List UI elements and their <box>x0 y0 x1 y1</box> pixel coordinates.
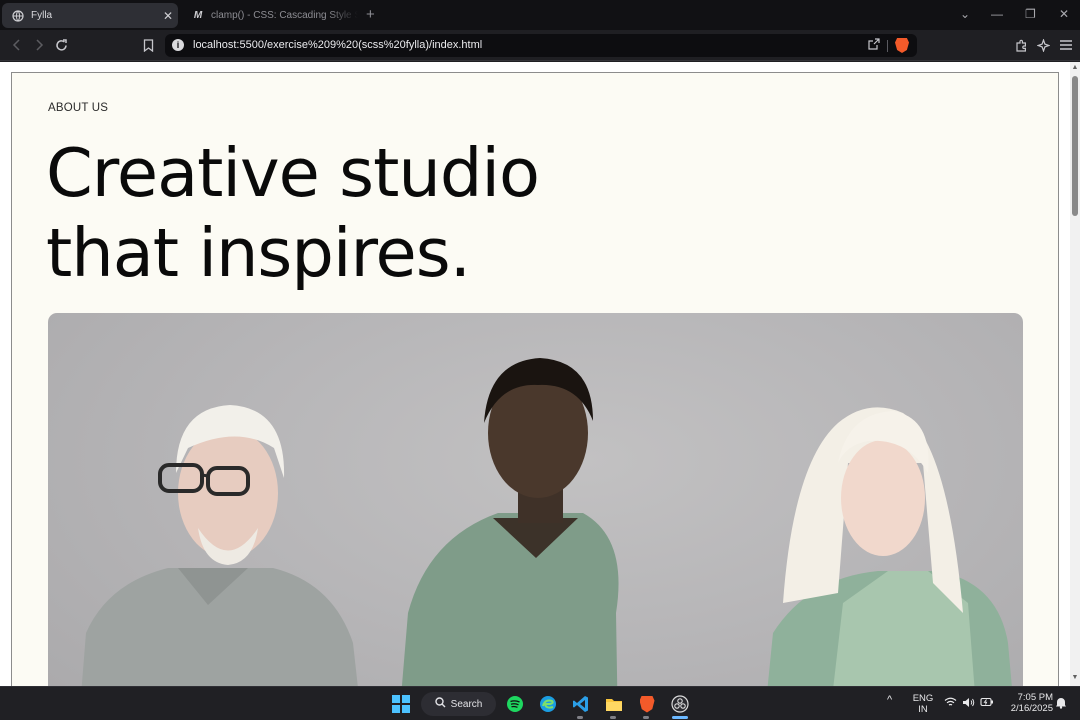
forward-icon[interactable] <box>31 37 47 53</box>
close-window-icon[interactable]: ✕ <box>1059 7 1069 21</box>
volume-icon[interactable] <box>962 697 975 711</box>
spotify-icon[interactable] <box>505 694 525 714</box>
search-icon <box>434 697 446 711</box>
language-line-1: ENG <box>912 693 934 704</box>
divider <box>887 40 888 52</box>
vscode-icon[interactable] <box>571 694 591 714</box>
tab-search-chevron-icon[interactable]: ⌄ <box>960 7 970 21</box>
running-indicator <box>577 716 583 719</box>
new-tab-icon[interactable]: + <box>366 6 375 23</box>
close-tab-icon[interactable]: ✕ <box>158 9 178 23</box>
tab-fylla[interactable]: Fylla ✕ <box>2 3 178 28</box>
windows-taskbar: Search ^ ENG IN 7:05 PM 2/16/2025 <box>0 686 1080 720</box>
restore-icon[interactable]: ❐ <box>1025 7 1036 21</box>
screen: Fylla ✕ M clamp() - CSS: Cascading Style… <box>0 0 1080 720</box>
tab-title: clamp() - CSS: Cascading Style Sheets <box>211 10 358 21</box>
extensions-puzzle-icon[interactable] <box>1013 37 1029 53</box>
language-line-2: IN <box>918 704 928 715</box>
share-icon[interactable] <box>868 38 880 53</box>
start-icon[interactable] <box>391 694 411 714</box>
show-hidden-icons-chevron-icon[interactable]: ^ <box>887 695 892 706</box>
person-right <box>767 407 1012 686</box>
brave-icon[interactable] <box>637 694 657 714</box>
three-people-portrait-photo <box>81 358 1012 686</box>
minimize-icon[interactable]: — <box>991 7 1003 21</box>
clock-date: 2/16/2025 <box>1010 703 1053 714</box>
bookmark-icon[interactable] <box>140 37 156 53</box>
scroll-up-icon[interactable]: ▲ <box>1071 64 1079 74</box>
mdn-icon: M <box>193 10 203 21</box>
brave-shields-icon[interactable] <box>895 38 909 53</box>
file-explorer-icon[interactable] <box>604 694 624 714</box>
person-left <box>81 405 358 686</box>
notifications-bell-icon[interactable] <box>1055 696 1067 712</box>
reload-icon[interactable] <box>53 37 69 53</box>
search-label: Search <box>450 698 483 710</box>
hamburger-menu-icon[interactable] <box>1058 37 1074 53</box>
tab-mdn-clamp[interactable]: M clamp() - CSS: Cascading Style Sheets <box>184 3 358 28</box>
about-section: ABOUT US Creative studio that inspires. <box>11 72 1059 686</box>
active-app-indicator <box>672 716 688 719</box>
section-eyebrow: ABOUT US <box>48 102 109 114</box>
headline-line-1: Creative studio <box>46 134 540 212</box>
clock[interactable]: 7:05 PM 2/16/2025 <box>1001 692 1053 714</box>
wifi-icon[interactable] <box>944 697 957 710</box>
address-bar[interactable]: i localhost:5500/exercise%209%20(scss%20… <box>165 34 917 57</box>
back-icon[interactable] <box>9 37 25 53</box>
leo-sparkle-icon[interactable] <box>1035 37 1051 53</box>
globe-icon <box>12 9 24 22</box>
page-viewport: ABOUT US Creative studio that inspires. <box>0 62 1070 686</box>
url-text[interactable]: localhost:5500/exercise%209%20(scss%20fy… <box>193 39 482 51</box>
tab-strip: Fylla ✕ M clamp() - CSS: Cascading Style… <box>0 0 1080 30</box>
page-title: Creative studio that inspires. <box>46 133 686 293</box>
person-middle <box>401 358 619 686</box>
site-info-icon[interactable]: i <box>172 39 184 51</box>
obs-icon[interactable] <box>670 694 690 714</box>
running-indicator <box>643 716 649 719</box>
edge-icon[interactable] <box>538 694 558 714</box>
taskbar-search-button[interactable]: Search <box>421 692 496 716</box>
browser-toolbar: i localhost:5500/exercise%209%20(scss%20… <box>0 30 1080 61</box>
scroll-down-icon[interactable]: ▼ <box>1071 674 1079 684</box>
running-indicator <box>610 716 616 719</box>
headline-line-2: that inspires. <box>46 214 471 292</box>
scroll-thumb[interactable] <box>1072 76 1078 216</box>
hero-image <box>48 313 1023 686</box>
battery-icon[interactable] <box>980 697 994 710</box>
language-indicator[interactable]: ENG IN <box>908 693 938 715</box>
clock-time: 7:05 PM <box>1017 692 1053 703</box>
page-scrollbar[interactable]: ▲ ▼ <box>1070 62 1080 686</box>
tab-title: Fylla <box>31 10 53 21</box>
